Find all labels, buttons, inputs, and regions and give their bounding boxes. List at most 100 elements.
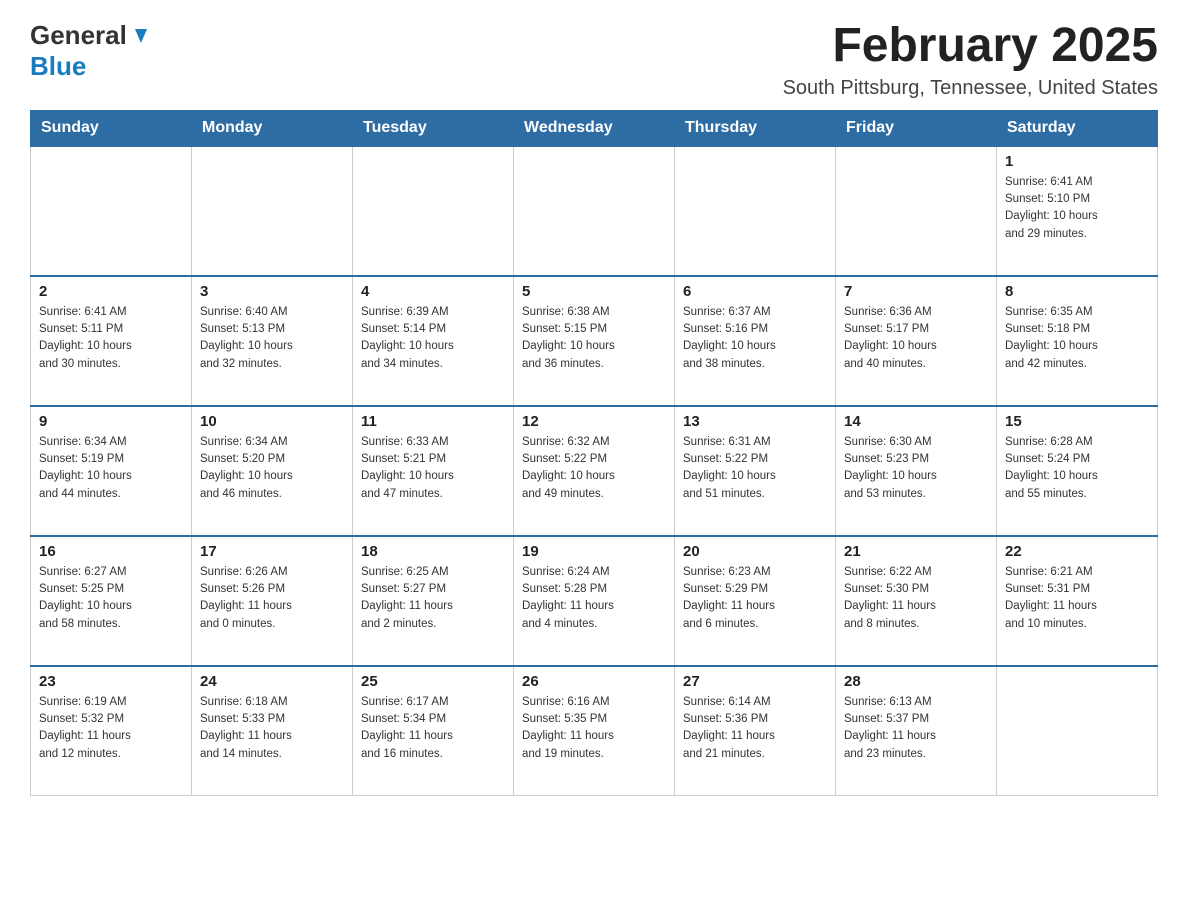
day-info: Sunrise: 6:22 AMSunset: 5:30 PMDaylight:…: [844, 564, 988, 633]
day-number: 14: [844, 413, 988, 430]
day-number: 27: [683, 673, 827, 690]
day-info: Sunrise: 6:31 AMSunset: 5:22 PMDaylight:…: [683, 434, 827, 503]
day-info: Sunrise: 6:32 AMSunset: 5:22 PMDaylight:…: [522, 434, 666, 503]
page-header: General Blue February 2025 South Pittsbu…: [30, 20, 1158, 100]
table-row: [675, 146, 836, 276]
day-number: 4: [361, 283, 505, 300]
day-number: 23: [39, 673, 183, 690]
day-number: 20: [683, 543, 827, 560]
day-info: Sunrise: 6:38 AMSunset: 5:15 PMDaylight:…: [522, 304, 666, 373]
table-row: 22 Sunrise: 6:21 AMSunset: 5:31 PMDayligh…: [997, 536, 1158, 666]
day-number: 24: [200, 673, 344, 690]
table-row: 8 Sunrise: 6:35 AMSunset: 5:18 PMDaylight…: [997, 276, 1158, 406]
day-info: Sunrise: 6:40 AMSunset: 5:13 PMDaylight:…: [200, 304, 344, 373]
day-number: 21: [844, 543, 988, 560]
day-info: Sunrise: 6:16 AMSunset: 5:35 PMDaylight:…: [522, 694, 666, 763]
day-info: Sunrise: 6:26 AMSunset: 5:26 PMDaylight:…: [200, 564, 344, 633]
logo-triangle-icon: [129, 25, 151, 47]
title-block: February 2025 South Pittsburg, Tennessee…: [783, 20, 1158, 100]
table-row: [353, 146, 514, 276]
calendar-table: Sunday Monday Tuesday Wednesday Thursday…: [30, 110, 1158, 797]
day-info: Sunrise: 6:36 AMSunset: 5:17 PMDaylight:…: [844, 304, 988, 373]
table-row: [514, 146, 675, 276]
day-info: Sunrise: 6:30 AMSunset: 5:23 PMDaylight:…: [844, 434, 988, 503]
logo: General Blue: [30, 20, 153, 82]
table-row: 12 Sunrise: 6:32 AMSunset: 5:22 PMDayligh…: [514, 406, 675, 536]
day-info: Sunrise: 6:41 AMSunset: 5:11 PMDaylight:…: [39, 304, 183, 373]
table-row: 2 Sunrise: 6:41 AMSunset: 5:11 PMDaylight…: [31, 276, 192, 406]
day-info: Sunrise: 6:25 AMSunset: 5:27 PMDaylight:…: [361, 564, 505, 633]
table-row: 26 Sunrise: 6:16 AMSunset: 5:35 PMDayligh…: [514, 666, 675, 796]
table-row: [31, 146, 192, 276]
col-saturday: Saturday: [997, 110, 1158, 146]
table-row: 10Sunrise: 6:34 AMSunset: 5:20 PMDayligh…: [192, 406, 353, 536]
table-row: 5 Sunrise: 6:38 AMSunset: 5:15 PMDaylight…: [514, 276, 675, 406]
table-row: 6 Sunrise: 6:37 AMSunset: 5:16 PMDaylight…: [675, 276, 836, 406]
day-info: Sunrise: 6:17 AMSunset: 5:34 PMDaylight:…: [361, 694, 505, 763]
day-number: 25: [361, 673, 505, 690]
day-number: 15: [1005, 413, 1149, 430]
day-number: 26: [522, 673, 666, 690]
day-number: 6: [683, 283, 827, 300]
day-info: Sunrise: 6:33 AMSunset: 5:21 PMDaylight:…: [361, 434, 505, 503]
table-row: 3Sunrise: 6:40 AMSunset: 5:13 PMDaylight…: [192, 276, 353, 406]
day-number: 13: [683, 413, 827, 430]
logo-blue-text: Blue: [30, 51, 86, 82]
table-row: 14 Sunrise: 6:30 AMSunset: 5:23 PMDayligh…: [836, 406, 997, 536]
table-row: 18 Sunrise: 6:25 AMSunset: 5:27 PMDayligh…: [353, 536, 514, 666]
logo-general-text: General: [30, 20, 127, 51]
day-number: 5: [522, 283, 666, 300]
day-info: Sunrise: 6:23 AMSunset: 5:29 PMDaylight:…: [683, 564, 827, 633]
day-number: 28: [844, 673, 988, 690]
calendar-title: February 2025: [783, 20, 1158, 73]
col-sunday: Sunday: [31, 110, 192, 146]
day-number: 18: [361, 543, 505, 560]
day-number: 16: [39, 543, 183, 560]
day-info: Sunrise: 6:14 AMSunset: 5:36 PMDaylight:…: [683, 694, 827, 763]
day-info: Sunrise: 6:18 AMSunset: 5:33 PMDaylight:…: [200, 694, 344, 763]
table-row: [997, 666, 1158, 796]
day-number: 7: [844, 283, 988, 300]
table-row: 20 Sunrise: 6:23 AMSunset: 5:29 PMDayligh…: [675, 536, 836, 666]
table-row: 19Sunrise: 6:24 AMSunset: 5:28 PMDayligh…: [514, 536, 675, 666]
col-thursday: Thursday: [675, 110, 836, 146]
table-row: 24 Sunrise: 6:18 AMSunset: 5:33 PMDayligh…: [192, 666, 353, 796]
day-number: 9: [39, 413, 183, 430]
table-row: 9 Sunrise: 6:34 AMSunset: 5:19 PMDaylight…: [31, 406, 192, 536]
table-row: [836, 146, 997, 276]
col-tuesday: Tuesday: [353, 110, 514, 146]
calendar-week-row: 23 Sunrise: 6:19 AMSunset: 5:32 PMDayligh…: [31, 666, 1158, 796]
table-row: 28 Sunrise: 6:13 AMSunset: 5:37 PMDayligh…: [836, 666, 997, 796]
table-row: 1 Sunrise: 6:41 AMSunset: 5:10 PMDaylight…: [997, 146, 1158, 276]
day-info: Sunrise: 6:35 AMSunset: 5:18 PMDaylight:…: [1005, 304, 1149, 373]
calendar-week-row: 1 Sunrise: 6:41 AMSunset: 5:10 PMDaylight…: [31, 146, 1158, 276]
table-row: 17Sunrise: 6:26 AMSunset: 5:26 PMDayligh…: [192, 536, 353, 666]
day-info: Sunrise: 6:21 AMSunset: 5:31 PMDaylight:…: [1005, 564, 1149, 633]
day-info: Sunrise: 6:39 AMSunset: 5:14 PMDaylight:…: [361, 304, 505, 373]
day-number: 2: [39, 283, 183, 300]
table-row: 7 Sunrise: 6:36 AMSunset: 5:17 PMDaylight…: [836, 276, 997, 406]
day-number: 12: [522, 413, 666, 430]
col-friday: Friday: [836, 110, 997, 146]
table-row: 13 Sunrise: 6:31 AMSunset: 5:22 PMDayligh…: [675, 406, 836, 536]
day-info: Sunrise: 6:27 AMSunset: 5:25 PMDaylight:…: [39, 564, 183, 633]
day-number: 19: [522, 543, 666, 560]
day-info: Sunrise: 6:28 AMSunset: 5:24 PMDaylight:…: [1005, 434, 1149, 503]
day-number: 1: [1005, 153, 1149, 170]
table-row: 11Sunrise: 6:33 AMSunset: 5:21 PMDayligh…: [353, 406, 514, 536]
calendar-subtitle: South Pittsburg, Tennessee, United State…: [783, 77, 1158, 100]
calendar-week-row: 9 Sunrise: 6:34 AMSunset: 5:19 PMDaylight…: [31, 406, 1158, 536]
calendar-week-row: 16 Sunrise: 6:27 AMSunset: 5:25 PMDayligh…: [31, 536, 1158, 666]
table-row: 21 Sunrise: 6:22 AMSunset: 5:30 PMDayligh…: [836, 536, 997, 666]
table-row: [192, 146, 353, 276]
day-info: Sunrise: 6:13 AMSunset: 5:37 PMDaylight:…: [844, 694, 988, 763]
day-info: Sunrise: 6:34 AMSunset: 5:19 PMDaylight:…: [39, 434, 183, 503]
day-info: Sunrise: 6:19 AMSunset: 5:32 PMDaylight:…: [39, 694, 183, 763]
table-row: 4 Sunrise: 6:39 AMSunset: 5:14 PMDaylight…: [353, 276, 514, 406]
day-number: 22: [1005, 543, 1149, 560]
col-monday: Monday: [192, 110, 353, 146]
calendar-week-row: 2 Sunrise: 6:41 AMSunset: 5:11 PMDaylight…: [31, 276, 1158, 406]
day-info: Sunrise: 6:41 AMSunset: 5:10 PMDaylight:…: [1005, 174, 1149, 243]
day-number: 8: [1005, 283, 1149, 300]
day-info: Sunrise: 6:37 AMSunset: 5:16 PMDaylight:…: [683, 304, 827, 373]
